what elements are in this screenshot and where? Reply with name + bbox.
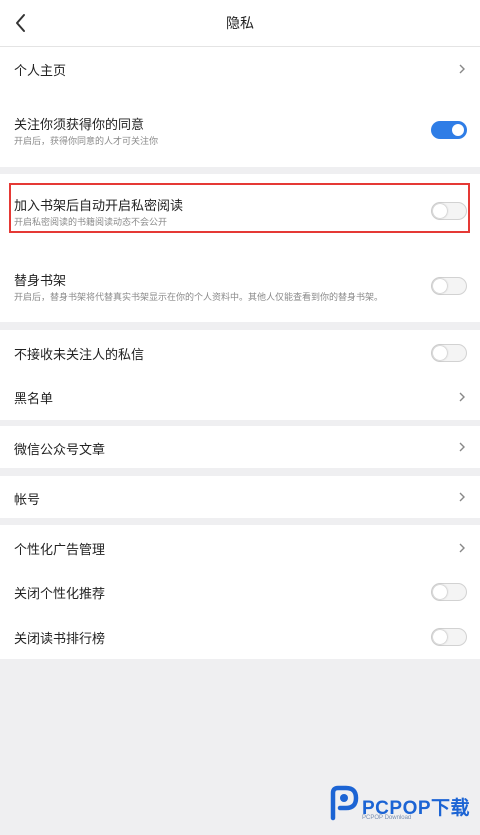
blacklist-label: 黑名单 [14, 392, 54, 407]
follow-consent-desc: 开启后，获得你同意的人才可关注你 [14, 137, 159, 147]
section-wechat: 微信公众号文章 [0, 426, 480, 468]
watermark-subtext: PCPOP Download [362, 815, 412, 821]
top-bar: 隐私 [0, 0, 480, 47]
pcpop-logo-icon [330, 785, 359, 821]
proxy-shelf-desc: 开启后，替身书架将代替真实书架显示在你的个人资料中。其他人仅能查看到你的替身书架… [14, 293, 384, 303]
page-title: 隐私 [226, 16, 254, 32]
chevron-right-icon [459, 492, 465, 502]
row-blacklist[interactable]: 黑名单 [0, 375, 480, 420]
section-account: 帐号 [0, 476, 480, 518]
follow-consent-label: 关注你须获得你的同意 [14, 118, 145, 133]
no-stranger-msg-label: 不接收未关注人的私信 [14, 348, 145, 363]
section-recommendation: 个性化广告管理 关闭个性化推荐 关闭读书排行榜 [0, 525, 480, 659]
wechat-articles-label: 微信公众号文章 [14, 443, 106, 458]
row-no-stranger-msg: 不接收未关注人的私信 [0, 330, 480, 375]
row-close-personal-rec: 关闭个性化推荐 [0, 569, 480, 614]
row-profile[interactable]: 个人主页 [0, 47, 480, 91]
toggle-knob [433, 279, 447, 293]
close-ranking-label: 关闭读书排行榜 [14, 632, 106, 647]
row-proxy-shelf: 替身书架 开启后，替身书架将代替真实书架显示在你的个人资料中。其他人仅能查看到你… [0, 260, 480, 310]
chevron-right-icon [459, 64, 465, 74]
proxy-shelf-toggle[interactable] [431, 277, 467, 295]
ad-management-label: 个性化广告管理 [14, 543, 106, 558]
row-ad-management[interactable]: 个性化广告管理 [0, 525, 480, 569]
close-personal-rec-label: 关闭个性化推荐 [14, 587, 106, 602]
toggle-knob [433, 585, 447, 599]
highlight-frame [9, 183, 470, 233]
chevron-right-icon [459, 392, 465, 402]
close-personal-rec-toggle[interactable] [431, 583, 467, 601]
section-messages: 不接收未关注人的私信 黑名单 [0, 330, 480, 420]
row-wechat-articles[interactable]: 微信公众号文章 [0, 426, 480, 468]
row-close-ranking: 关闭读书排行榜 [0, 614, 480, 659]
section-profile: 个人主页 关注你须获得你的同意 开启后，获得你同意的人才可关注你 [0, 47, 480, 167]
watermark: PCPOP下载 PCPOP Download [326, 785, 476, 825]
no-stranger-msg-toggle[interactable] [431, 344, 467, 362]
close-ranking-toggle[interactable] [431, 628, 467, 646]
chevron-right-icon [459, 442, 465, 452]
chevron-right-icon [459, 543, 465, 553]
proxy-shelf-label: 替身书架 [14, 274, 67, 289]
row-follow-consent: 关注你须获得你的同意 开启后，获得你同意的人才可关注你 [0, 103, 480, 153]
row-account[interactable]: 帐号 [0, 476, 480, 518]
toggle-knob [452, 124, 464, 136]
account-label: 帐号 [14, 493, 41, 508]
toggle-knob [433, 346, 447, 360]
follow-consent-toggle[interactable] [431, 121, 467, 139]
toggle-knob [433, 630, 447, 644]
profile-label: 个人主页 [14, 64, 67, 79]
